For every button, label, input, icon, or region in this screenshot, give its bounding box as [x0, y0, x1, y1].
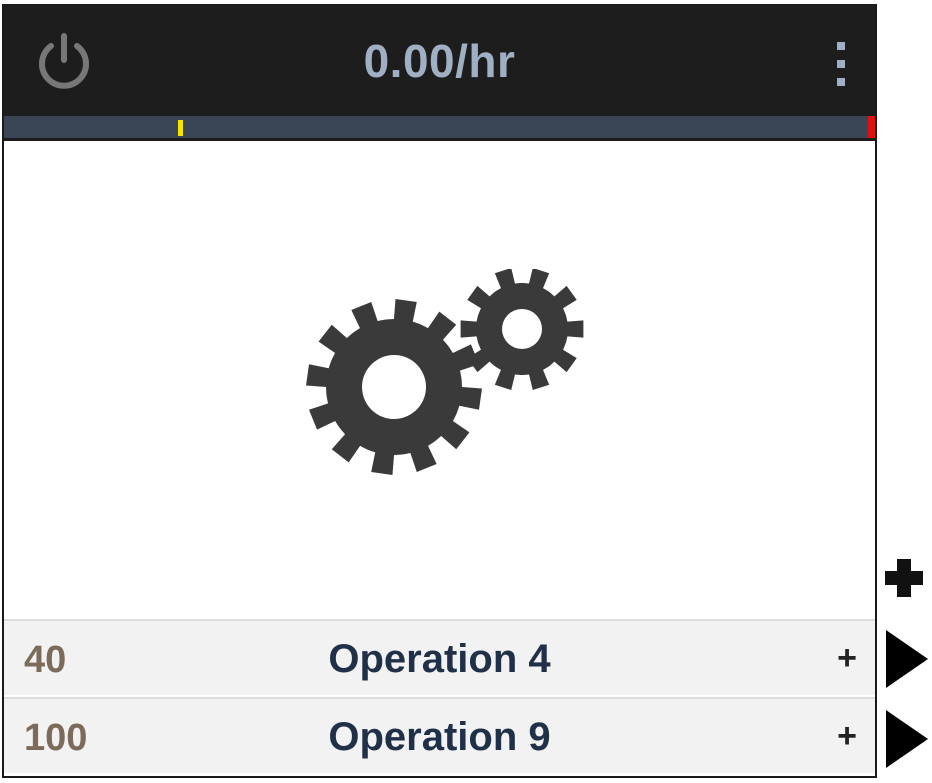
operation-quantity: 100 — [24, 717, 88, 759]
power-icon — [39, 33, 89, 89]
progress-marker — [178, 120, 184, 136]
operation-add-button[interactable]: + — [837, 717, 857, 756]
operation-card: 0.00/hr 40 Operation 4 + 100 Operation 9… — [2, 4, 877, 778]
card-body — [4, 141, 875, 619]
gear-shape — [460, 269, 584, 391]
side-add-button[interactable] — [882, 556, 926, 600]
power-button[interactable] — [28, 26, 100, 98]
play-arrow-icon — [886, 710, 928, 768]
play-arrow-icon — [886, 630, 928, 688]
operation-row[interactable]: 100 Operation 9 + — [4, 697, 875, 773]
side-run-button-2[interactable] — [884, 708, 930, 770]
vertical-ellipsis-icon — [837, 42, 845, 86]
menu-button[interactable] — [827, 40, 855, 88]
operation-quantity: 40 — [24, 639, 67, 681]
operation-name: Operation 9 — [328, 715, 551, 759]
progress-bar — [4, 113, 875, 141]
operation-name: Operation 4 — [328, 637, 551, 681]
gear-shape — [306, 299, 482, 475]
rate-display: 0.00/hr — [363, 35, 516, 87]
side-run-button-1[interactable] — [884, 628, 930, 690]
plus-icon — [885, 559, 923, 597]
operation-add-button[interactable]: + — [837, 639, 857, 678]
progress-end-cap — [868, 116, 875, 138]
card-header: 0.00/hr — [4, 6, 875, 113]
operation-row[interactable]: 40 Operation 4 + — [4, 619, 875, 695]
gears-icon — [306, 269, 584, 475]
